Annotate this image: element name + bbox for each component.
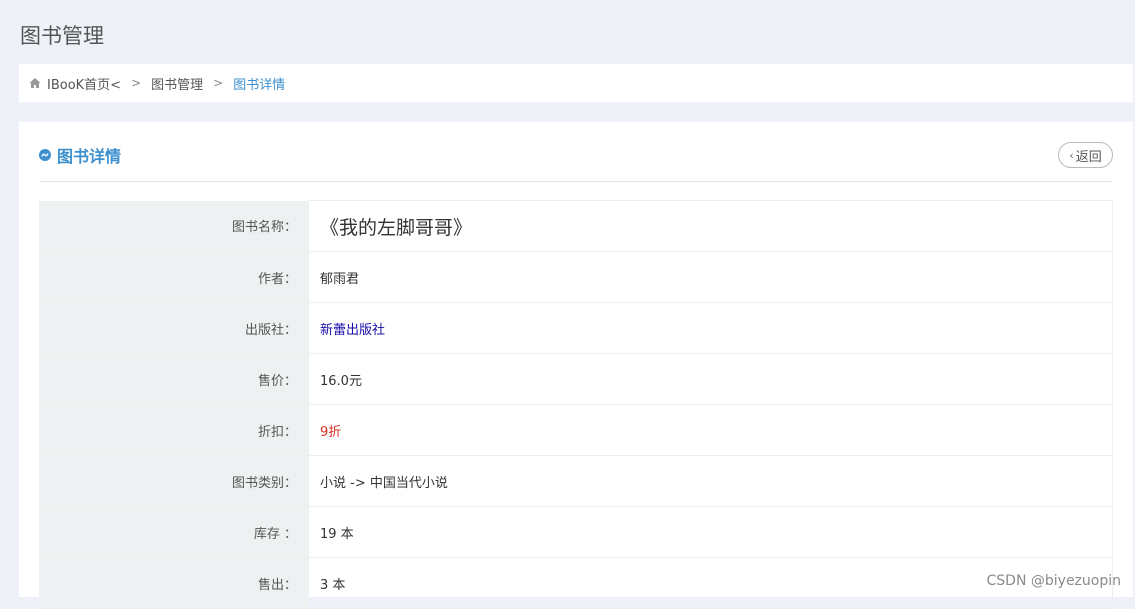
table-row: 图书类别： 小说 -> 中国当代小说 [39,456,1113,507]
book-title-value: 《我的左脚哥哥》 [309,201,1113,252]
watermark: CSDN @biyezuopin [987,573,1121,589]
panel-header: 图书详情 ‹ 返回 [39,122,1113,182]
back-button-label: 返回 [1076,146,1102,165]
book-detail-table: 图书名称： 《我的左脚哥哥》 作者： 郁雨君 出版社： 新蕾出版社 售价： 16… [39,200,1113,609]
publisher-value: 新蕾出版社 [309,303,1113,354]
field-label-sold: 售出： [39,558,309,609]
category-value: 小说 -> 中国当代小说 [309,456,1113,507]
table-row: 售出： 3 本 [39,558,1113,609]
author-value: 郁雨君 [309,252,1113,303]
field-label-category: 图书类别： [39,456,309,507]
chevron-right-icon: > [131,76,141,90]
field-label-stock: 库存 ： [39,507,309,558]
panel-title: 图书详情 [39,143,121,167]
table-row: 图书名称： 《我的左脚哥哥》 [39,201,1113,252]
field-label-title: 图书名称： [39,201,309,252]
field-label-price: 售价： [39,354,309,405]
stock-value: 19 本 [309,507,1113,558]
breadcrumb-current: 图书详情 [233,74,285,93]
panel-title-text: 图书详情 [57,143,121,167]
home-icon [29,77,41,89]
page-title: 图书管理 [20,20,104,50]
table-row: 售价： 16.0元 [39,354,1113,405]
chevron-left-icon: ‹ [1069,149,1073,162]
breadcrumb-home-link[interactable]: IBooK首页< [47,74,121,93]
table-row: 折扣： 9折 [39,405,1113,456]
table-row: 库存 ： 19 本 [39,507,1113,558]
discount-value: 9折 [309,405,1113,456]
price-value: 16.0元 [309,354,1113,405]
breadcrumb-section-link[interactable]: 图书管理 [151,74,203,93]
chevron-right-icon: > [213,76,223,90]
breadcrumb: IBooK首页< > 图书管理 > 图书详情 [19,64,1133,102]
detail-panel: 图书详情 ‹ 返回 图书名称： 《我的左脚哥哥》 作者： 郁雨君 出版社： 新蕾… [19,122,1133,597]
field-label-publisher: 出版社： [39,303,309,354]
field-label-author: 作者： [39,252,309,303]
field-label-discount: 折扣： [39,405,309,456]
table-row: 出版社： 新蕾出版社 [39,303,1113,354]
page-header: 图书管理 [0,0,1135,64]
info-circle-icon [39,149,51,161]
table-row: 作者： 郁雨君 [39,252,1113,303]
back-button[interactable]: ‹ 返回 [1058,142,1113,168]
